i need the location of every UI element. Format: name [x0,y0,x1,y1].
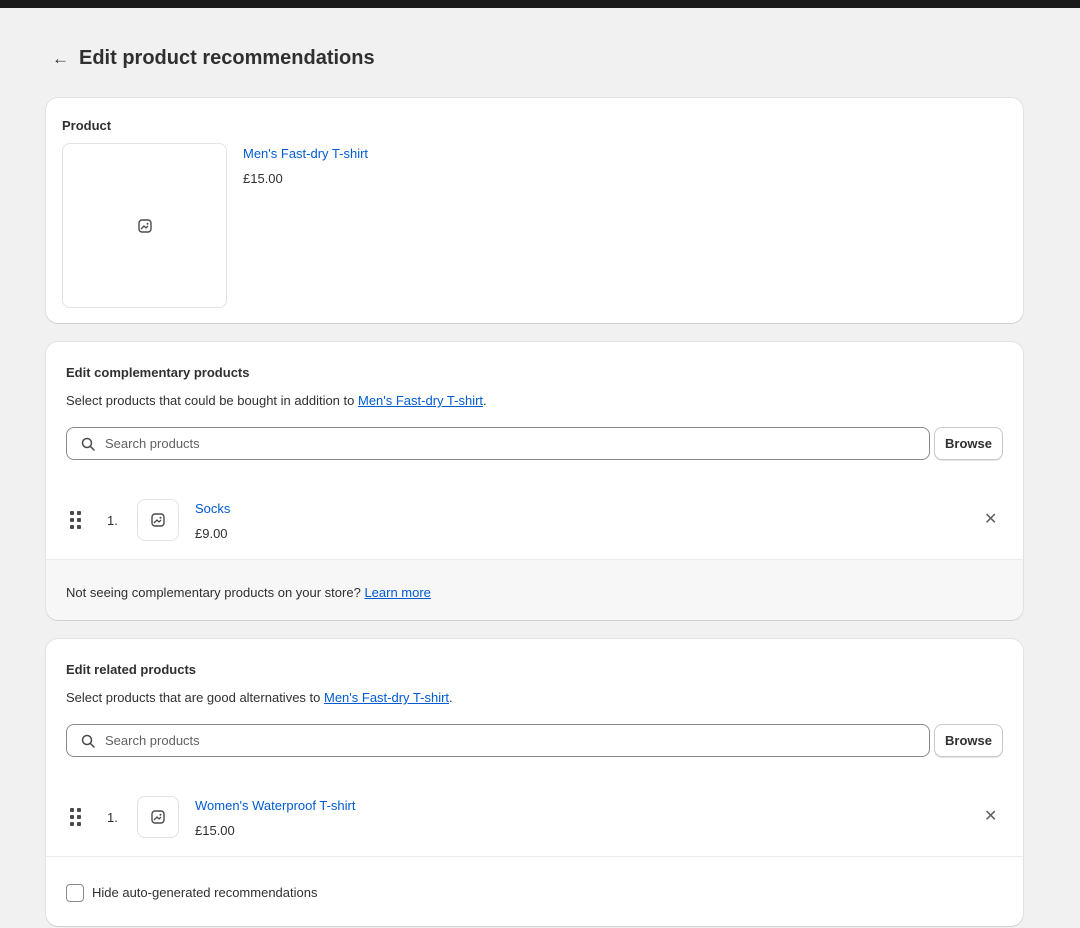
close-icon[interactable]: ✕ [984,806,997,826]
item-thumbnail [137,796,179,838]
related-description: Select products that are good alternativ… [66,690,453,705]
complementary-desc-suffix: . [483,393,487,408]
item-name-link[interactable]: Women's Waterproof T-shirt [195,798,355,813]
image-placeholder-icon [151,810,165,824]
search-icon [81,734,95,748]
item-index: 1. [107,513,118,528]
drag-handle-icon[interactable] [70,808,81,826]
search-placeholder: Search products [105,733,200,748]
top-bar [0,0,1080,8]
search-placeholder: Search products [105,436,200,451]
item-thumbnail [137,499,179,541]
related-products-card: Edit related products Select products th… [46,639,1023,926]
complementary-footer: Not seeing complementary products on you… [46,559,1023,620]
complementary-desc-text: Select products that could be bought in … [66,393,358,408]
product-name-link[interactable]: Men's Fast-dry T-shirt [243,146,368,161]
product-image [62,143,227,308]
page-header: ← Edit product recommendations [52,47,375,70]
related-title: Edit related products [66,662,197,677]
arrow-left-icon[interactable]: ← [52,50,69,67]
divider [46,856,1023,857]
product-price: £15.00 [243,171,283,186]
checkbox-label: Hide auto-generated recommendations [92,885,318,900]
product-label: Product [62,118,112,133]
related-desc-text: Select products that are good alternativ… [66,690,324,705]
complementary-products-card: Edit complementary products Select produ… [46,342,1023,620]
complementary-product-link[interactable]: Men's Fast-dry T-shirt [358,393,483,408]
item-price: £15.00 [195,823,235,838]
related-product-link[interactable]: Men's Fast-dry T-shirt [324,690,449,705]
complementary-search-input[interactable]: Search products [66,427,930,460]
hide-auto-recommendations-checkbox[interactable] [66,884,84,902]
product-card: Product Men's Fast-dry T-shirt £15.00 [46,98,1023,323]
page-title: Edit product recommendations [79,47,375,69]
list-item: 1. Women's Waterproof T-shirt £15.00 ✕ [46,784,1023,856]
item-name-link[interactable]: Socks [195,501,230,516]
image-placeholder-icon [151,513,165,527]
item-index: 1. [107,810,118,825]
related-desc-suffix: . [449,690,453,705]
learn-more-link[interactable]: Learn more [364,585,430,600]
footer-message: Not seeing complementary products on you… [66,585,365,600]
footer-text: Not seeing complementary products on you… [66,585,431,600]
image-placeholder-icon [137,218,152,233]
related-search-input[interactable]: Search products [66,724,930,757]
search-icon [81,437,95,451]
browse-button[interactable]: Browse [934,427,1003,460]
complementary-description: Select products that could be bought in … [66,393,487,408]
drag-handle-icon[interactable] [70,511,81,529]
complementary-title: Edit complementary products [66,365,250,380]
item-price: £9.00 [195,526,228,541]
close-icon[interactable]: ✕ [984,509,997,529]
list-item: 1. Socks £9.00 ✕ [46,487,1023,559]
browse-button[interactable]: Browse [934,724,1003,757]
